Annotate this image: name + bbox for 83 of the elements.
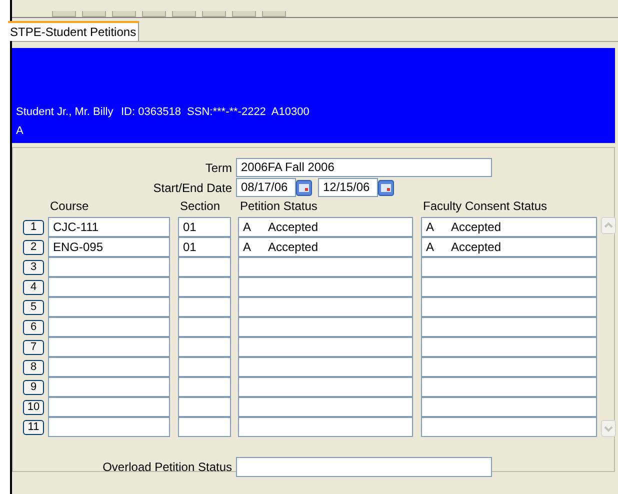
- calendar-icon[interactable]: [378, 180, 394, 196]
- tab[interactable]: STPE-Student Petitions: [8, 21, 140, 41]
- section-field[interactable]: 01: [178, 217, 231, 237]
- course-field[interactable]: [48, 417, 170, 437]
- scroll-up-icon[interactable]: [601, 217, 616, 234]
- consent-status-field[interactable]: [421, 337, 597, 357]
- petition-status-field[interactable]: [238, 397, 413, 417]
- consent-status-field[interactable]: [421, 417, 597, 437]
- row-number-button[interactable]: 3: [23, 260, 44, 274]
- column-header: Petition Status: [240, 198, 318, 215]
- section-field[interactable]: [178, 257, 231, 277]
- consent-status-field[interactable]: [421, 257, 597, 277]
- course-field[interactable]: [48, 397, 170, 417]
- petition-status-field[interactable]: [238, 357, 413, 377]
- toolbar-button[interactable]: [172, 11, 196, 17]
- scrollbar[interactable]: [601, 217, 616, 437]
- consent-status-field[interactable]: [421, 277, 597, 297]
- petition-status-field[interactable]: A Accepted: [238, 237, 413, 257]
- course-field[interactable]: [48, 257, 170, 277]
- consent-status-field[interactable]: [421, 357, 597, 377]
- student-id: ID: 0363518 SSN:***-**-2222 A10300: [121, 105, 310, 120]
- section-field[interactable]: [178, 277, 231, 297]
- course-field[interactable]: [48, 277, 170, 297]
- consent-status-field[interactable]: A Accepted: [421, 237, 597, 257]
- row-number-button[interactable]: 5: [23, 300, 44, 314]
- section-field[interactable]: 01: [178, 237, 231, 257]
- toolbar-button[interactable]: [52, 11, 76, 17]
- row-number-button[interactable]: 10: [23, 400, 44, 414]
- overload-status-field[interactable]: [236, 457, 492, 477]
- term-field[interactable]: 2006FA Fall 2006: [236, 158, 492, 177]
- row-number-button[interactable]: 9: [23, 380, 44, 394]
- row-number-button[interactable]: 7: [23, 340, 44, 354]
- toolbar-button[interactable]: [262, 11, 286, 17]
- consent-status-field[interactable]: [421, 297, 597, 317]
- toolbar-button[interactable]: [142, 11, 166, 17]
- section-field[interactable]: [178, 297, 231, 317]
- toolbar-button[interactable]: [232, 11, 256, 17]
- course-field[interactable]: ENG-095: [48, 237, 170, 257]
- section-field[interactable]: [178, 377, 231, 397]
- date-field[interactable]: 12/15/06: [318, 178, 378, 197]
- petition-status-field[interactable]: A Accepted: [238, 217, 413, 237]
- course-field[interactable]: [48, 377, 170, 397]
- consent-status-field[interactable]: A Accepted: [421, 217, 597, 237]
- course-field[interactable]: [48, 317, 170, 337]
- row-number-button[interactable]: 6: [23, 320, 44, 334]
- consent-status-field[interactable]: [421, 397, 597, 417]
- course-field[interactable]: [48, 337, 170, 357]
- course-field[interactable]: [48, 357, 170, 377]
- row-number-button[interactable]: 11: [23, 420, 44, 434]
- row-number-button[interactable]: 4: [23, 280, 44, 294]
- row-number-button[interactable]: 2: [23, 240, 44, 254]
- student-name: Student Jr., Mr. Billy: [16, 105, 114, 120]
- student-code: A: [16, 124, 24, 138]
- field-label: Start/End Date: [152, 180, 233, 196]
- date-field[interactable]: 08/17/06: [236, 178, 296, 197]
- column-header: Faculty Consent Status: [423, 198, 548, 215]
- consent-status-field[interactable]: [421, 377, 597, 397]
- toolbar-button[interactable]: [112, 11, 136, 17]
- course-field[interactable]: [48, 297, 170, 317]
- consent-status-field[interactable]: [421, 317, 597, 337]
- petition-status-field[interactable]: [238, 297, 413, 317]
- petition-status-field[interactable]: [238, 337, 413, 357]
- section-field[interactable]: [178, 357, 231, 377]
- section-field[interactable]: [178, 397, 231, 417]
- petition-status-field[interactable]: [238, 257, 413, 277]
- section-field[interactable]: [178, 317, 231, 337]
- scroll-down-icon[interactable]: [601, 420, 616, 437]
- section-field[interactable]: [178, 417, 231, 437]
- column-header: Course: [50, 198, 90, 215]
- column-header: Section: [180, 198, 222, 215]
- row-number-button[interactable]: 8: [23, 360, 44, 374]
- field-label: Term: [204, 160, 233, 176]
- course-field[interactable]: CJC-111: [48, 217, 170, 237]
- toolbar-button[interactable]: [82, 11, 106, 17]
- field-label: Overload Petition Status: [102, 459, 233, 476]
- petition-status-field[interactable]: [238, 377, 413, 397]
- calendar-icon[interactable]: [296, 180, 312, 196]
- petition-status-field[interactable]: [238, 417, 413, 437]
- petition-status-field[interactable]: [238, 317, 413, 337]
- petition-status-field[interactable]: [238, 277, 413, 297]
- row-number-button[interactable]: 1: [23, 220, 44, 234]
- toolbar-button[interactable]: [202, 11, 226, 17]
- section-field[interactable]: [178, 337, 231, 357]
